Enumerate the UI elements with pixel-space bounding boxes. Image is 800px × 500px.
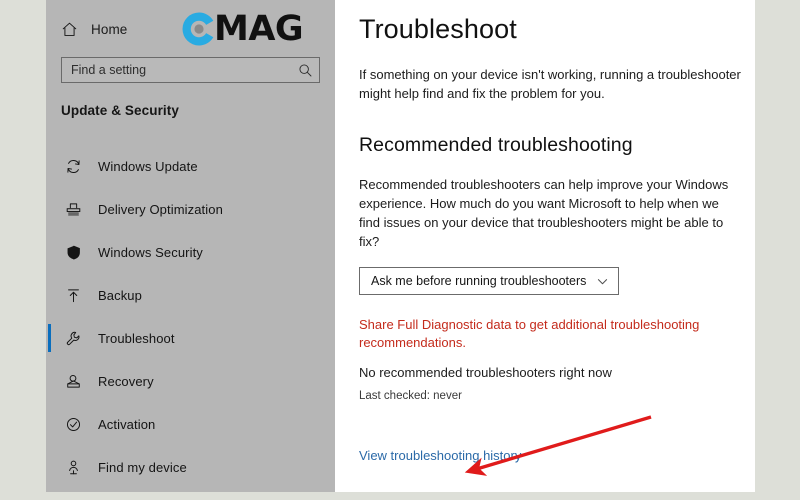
- sidebar-item-label: Activation: [98, 417, 156, 432]
- share-diagnostic-data-link[interactable]: Share Full Diagnostic data to get additi…: [359, 316, 704, 352]
- sidebar-item-delivery-optimization[interactable]: Delivery Optimization: [46, 188, 335, 231]
- pcmag-logo: MAG: [178, 8, 304, 50]
- recommended-troubleshooting-dropdown[interactable]: Ask me before running troubleshooters: [359, 267, 619, 295]
- sidebar-item-activation[interactable]: Activation: [46, 403, 335, 446]
- search-input[interactable]: [71, 63, 298, 77]
- sidebar-item-label: Find my device: [98, 460, 187, 475]
- no-recommendations-status: No recommended troubleshooters right now: [359, 365, 612, 380]
- last-checked-status: Last checked: never: [359, 390, 462, 402]
- search-icon[interactable]: [298, 63, 313, 78]
- shield-icon: [64, 244, 82, 262]
- wrench-icon: [64, 330, 82, 348]
- settings-sidebar: Home MAG Update & Security: [46, 0, 335, 492]
- sidebar-item-windows-update[interactable]: Windows Update: [46, 145, 335, 188]
- sidebar-item-label: Windows Security: [98, 245, 203, 260]
- recommended-description: Recommended troubleshooters can help imp…: [359, 177, 729, 249]
- sidebar-nav: Windows Update Delivery Optimization Win…: [46, 145, 335, 489]
- sidebar-item-label: Recovery: [98, 374, 154, 389]
- pcmag-logo-text: MAG: [214, 9, 304, 49]
- sidebar-item-label: Delivery Optimization: [98, 202, 223, 217]
- intro-description: If something on your device isn't workin…: [359, 67, 741, 101]
- search-setting-box[interactable]: [61, 57, 320, 83]
- dropdown-selected-value: Ask me before running troubleshooters: [371, 274, 587, 288]
- upload-arrow-icon: [64, 287, 82, 305]
- sidebar-section-title: Update & Security: [61, 103, 179, 118]
- sidebar-item-windows-security[interactable]: Windows Security: [46, 231, 335, 274]
- sidebar-item-label: Backup: [98, 288, 142, 303]
- recommended-troubleshooting-heading: Recommended troubleshooting: [359, 134, 633, 156]
- settings-window: Home MAG Update & Security: [46, 0, 755, 492]
- sidebar-item-recovery[interactable]: Recovery: [46, 360, 335, 403]
- chevron-down-icon[interactable]: [596, 275, 609, 288]
- sidebar-item-find-my-device[interactable]: Find my device: [46, 446, 335, 489]
- sidebar-item-label: Troubleshoot: [98, 331, 175, 346]
- delivery-box-icon: [64, 201, 82, 219]
- sidebar-item-label: Windows Update: [98, 159, 198, 174]
- view-troubleshooting-history-link[interactable]: View troubleshooting history: [359, 448, 521, 463]
- pcmag-c-logo-icon: [178, 8, 220, 50]
- recovery-restore-icon: [64, 373, 82, 391]
- sidebar-item-troubleshoot[interactable]: Troubleshoot: [46, 317, 335, 360]
- person-locate-icon: [64, 459, 82, 477]
- refresh-sync-icon: [64, 158, 82, 176]
- page-title: Troubleshoot: [359, 14, 517, 44]
- home-icon: [61, 21, 78, 38]
- sidebar-home-label: Home: [91, 22, 128, 37]
- check-circle-icon: [64, 416, 82, 434]
- settings-content-pane: Troubleshoot If something on your device…: [335, 0, 755, 492]
- sidebar-item-backup[interactable]: Backup: [46, 274, 335, 317]
